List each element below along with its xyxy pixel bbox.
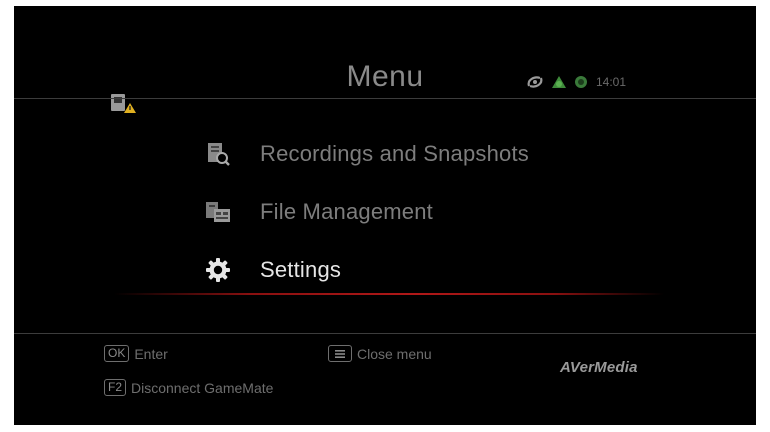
brand-logo: AVerMedia (560, 359, 638, 376)
page-title: Menu (346, 60, 424, 93)
menu-item-recordings[interactable]: Recordings and Snapshots (204, 134, 529, 174)
leaf-status-icon (550, 74, 568, 90)
menu-item-label: Settings (260, 257, 342, 282)
menu-item-label: File Management (260, 199, 433, 224)
status-bar: 14:01 (526, 74, 626, 90)
clock: 14:01 (596, 75, 627, 89)
file-management-icon (204, 198, 232, 226)
menu-screen: Menu 14:01 Recordings and Snapshots File… (14, 6, 756, 425)
sd-card-warning-icon (110, 92, 138, 114)
menu-key-icon (328, 345, 352, 362)
menu-item-label: Recordings and Snapshots (260, 141, 529, 166)
hint-label: Close menu (357, 345, 432, 362)
menu-item-file-management[interactable]: File Management (204, 192, 433, 232)
ok-key: OK (104, 345, 130, 362)
header-divider (14, 98, 756, 99)
hint-label: Enter (134, 345, 168, 362)
f2-key: F2 (104, 379, 127, 396)
hint-label: Disconnect GameMate (131, 379, 274, 396)
hint-close-menu: Close menu (328, 345, 432, 362)
gear-icon (204, 256, 232, 284)
footer-divider (14, 333, 756, 334)
hint-enter: OK Enter (104, 345, 168, 362)
hint-disconnect: F2 Disconnect GameMate (104, 379, 273, 396)
globe-status-icon (574, 75, 588, 89)
menu-item-settings[interactable]: Settings (204, 250, 341, 290)
recordings-search-icon (204, 140, 232, 168)
swirl-status-icon (526, 74, 544, 90)
selection-underline (114, 293, 664, 295)
